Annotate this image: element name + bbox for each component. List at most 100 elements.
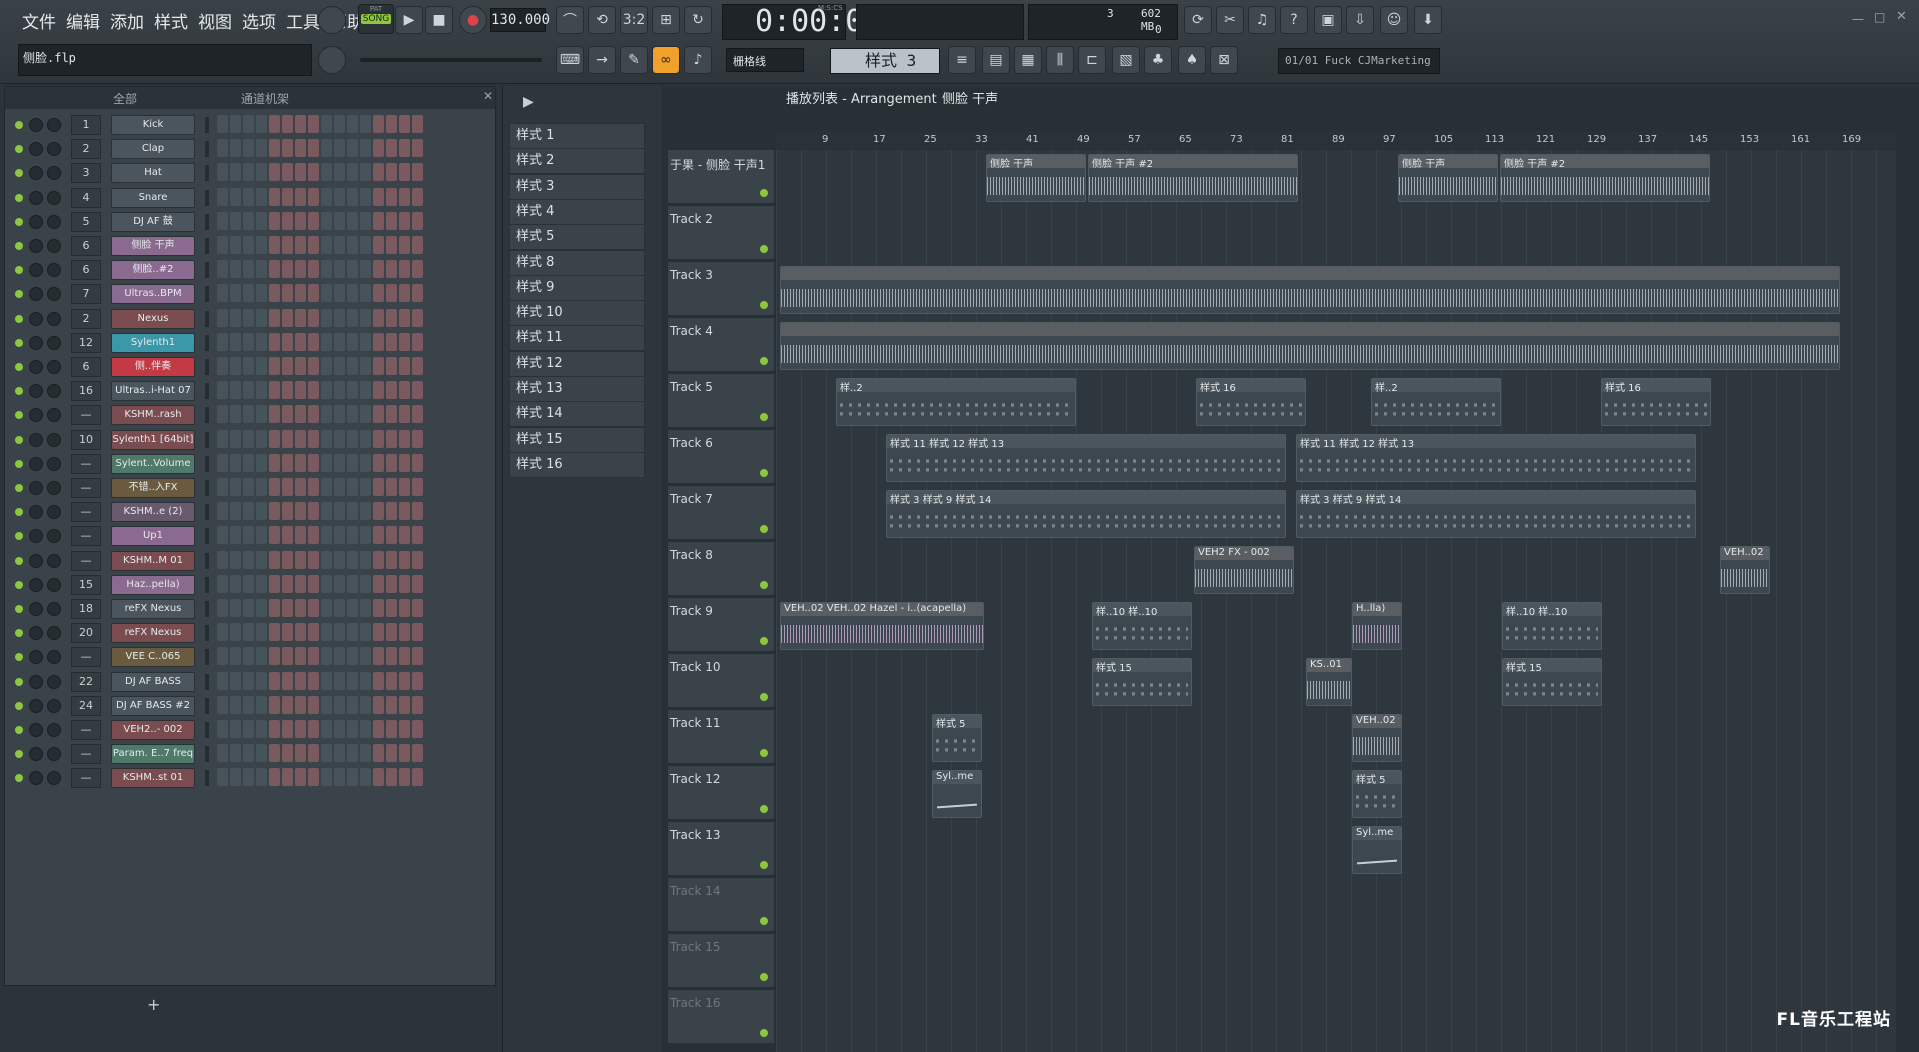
playlist-clip[interactable]: VEH..02: [1352, 714, 1402, 762]
channel-select-indicator[interactable]: [205, 649, 209, 666]
channel-pan-knob[interactable]: [29, 384, 43, 399]
step-button[interactable]: [230, 187, 241, 206]
step-button[interactable]: [334, 163, 345, 182]
channel-name-button[interactable]: 侧..伴奏: [111, 357, 195, 377]
channel-name-button[interactable]: 侧脸 干声: [111, 236, 195, 256]
channel-select-indicator[interactable]: [205, 238, 209, 254]
step-sequencer[interactable]: [217, 357, 423, 375]
step-button[interactable]: [243, 599, 254, 617]
step-button[interactable]: [295, 720, 306, 738]
playlist-clip[interactable]: 样式 11 样式 12 样式 13: [886, 434, 1286, 482]
channel-row[interactable]: 6 侧..伴奏: [5, 355, 497, 379]
channel-mixer-track[interactable]: 6: [71, 236, 101, 256]
step-button[interactable]: [360, 574, 371, 593]
step-sequencer[interactable]: [217, 211, 423, 230]
step-button[interactable]: [256, 453, 267, 472]
channel-mixer-track[interactable]: —: [71, 526, 101, 547]
channel-select-indicator[interactable]: [205, 601, 209, 617]
channel-row[interactable]: — Up1: [5, 524, 497, 548]
step-button[interactable]: [386, 768, 397, 787]
channel-pan-knob[interactable]: [29, 239, 43, 253]
news-panel[interactable]: 01/01 Fuck CJMarketing: [1278, 48, 1440, 74]
step-button[interactable]: [243, 139, 254, 158]
step-button[interactable]: [360, 236, 371, 254]
pattern-item[interactable]: 样式 2: [509, 148, 645, 175]
step-button[interactable]: [308, 744, 319, 763]
step-button[interactable]: [230, 115, 241, 133]
step-button[interactable]: [373, 260, 384, 279]
step-button[interactable]: [399, 357, 410, 375]
track-header[interactable]: Track 9: [668, 598, 774, 652]
channel-row[interactable]: 22 DJ AF BASS: [5, 670, 497, 694]
channel-row[interactable]: 2 Clap: [5, 137, 497, 161]
channel-select-indicator[interactable]: [205, 141, 209, 158]
step-button[interactable]: [334, 744, 345, 763]
step-button[interactable]: [321, 768, 332, 787]
step-button[interactable]: [399, 187, 410, 206]
step-button[interactable]: [360, 211, 371, 230]
step-button[interactable]: [269, 332, 280, 351]
track-enable-led[interactable]: [760, 749, 768, 757]
step-button[interactable]: [334, 332, 345, 351]
channel-mixer-track[interactable]: 2: [71, 308, 101, 329]
step-button[interactable]: [321, 211, 332, 230]
step-button[interactable]: [217, 405, 228, 424]
step-button[interactable]: [308, 599, 319, 617]
pattern-item[interactable]: 样式 13: [509, 376, 645, 402]
playlist-clip[interactable]: H..lla): [1352, 602, 1402, 650]
step-button[interactable]: [217, 744, 228, 763]
channel-name-button[interactable]: DJ AF BASS #2: [111, 695, 195, 716]
step-button[interactable]: [334, 405, 345, 424]
step-button[interactable]: [347, 623, 358, 642]
step-button[interactable]: [230, 502, 241, 521]
channel-select-indicator[interactable]: [205, 359, 209, 375]
channel-mixer-track[interactable]: —: [71, 768, 101, 789]
track-enable-led[interactable]: [760, 189, 768, 197]
step-button[interactable]: [243, 550, 254, 569]
step-button[interactable]: [360, 139, 371, 158]
step-button[interactable]: [399, 599, 410, 617]
step-button[interactable]: [386, 332, 397, 351]
step-button[interactable]: [230, 332, 241, 351]
step-button[interactable]: [412, 695, 423, 714]
channel-mixer-track[interactable]: 15: [71, 574, 101, 595]
step-button[interactable]: [243, 284, 254, 303]
step-button[interactable]: [334, 139, 345, 158]
channel-name-button[interactable]: DJ AF 鼓: [111, 211, 195, 232]
playlist-clip[interactable]: 样式 3 样式 9 样式 14: [886, 490, 1286, 538]
playlist-clip[interactable]: 侧脸 干声: [986, 154, 1086, 202]
step-button[interactable]: [399, 502, 410, 521]
channel-mixer-track[interactable]: —: [71, 744, 101, 765]
channel-mute-led[interactable]: [15, 726, 23, 734]
step-sequencer[interactable]: [217, 332, 423, 351]
playlist-icon[interactable]: ≡: [948, 46, 976, 74]
channel-name-button[interactable]: Clap: [111, 139, 195, 160]
save-icon[interactable]: ▣: [1314, 6, 1342, 34]
track-header[interactable]: Track 12: [668, 766, 774, 820]
channel-volume-knob[interactable]: [47, 553, 61, 568]
step-button[interactable]: [217, 623, 228, 642]
channel-mute-led[interactable]: [15, 266, 23, 275]
channel-mute-led[interactable]: [15, 677, 23, 686]
step-button[interactable]: [217, 502, 228, 521]
step-button[interactable]: [243, 260, 254, 279]
snap-select[interactable]: 栅格线: [726, 48, 804, 72]
step-button[interactable]: [308, 163, 319, 182]
channel-mute-led[interactable]: [15, 242, 23, 250]
step-button[interactable]: [347, 139, 358, 158]
step-button[interactable]: [282, 574, 293, 593]
channel-select-indicator[interactable]: [205, 528, 209, 545]
step-button[interactable]: [334, 115, 345, 133]
step-button[interactable]: [373, 284, 384, 303]
channel-name-button[interactable]: Nexus: [111, 308, 195, 329]
step-button[interactable]: [282, 720, 293, 738]
channel-mute-led[interactable]: [15, 508, 23, 517]
channel-row[interactable]: 20 reFX Nexus: [5, 621, 497, 645]
step-sequencer[interactable]: [217, 115, 423, 133]
channel-select-indicator[interactable]: [205, 383, 209, 400]
channel-select-indicator[interactable]: [205, 165, 209, 182]
channel-volume-knob[interactable]: [47, 747, 61, 762]
channel-rack-icon[interactable]: ▦: [1014, 46, 1042, 74]
step-button[interactable]: [386, 405, 397, 424]
step-sequencer[interactable]: [217, 405, 423, 424]
